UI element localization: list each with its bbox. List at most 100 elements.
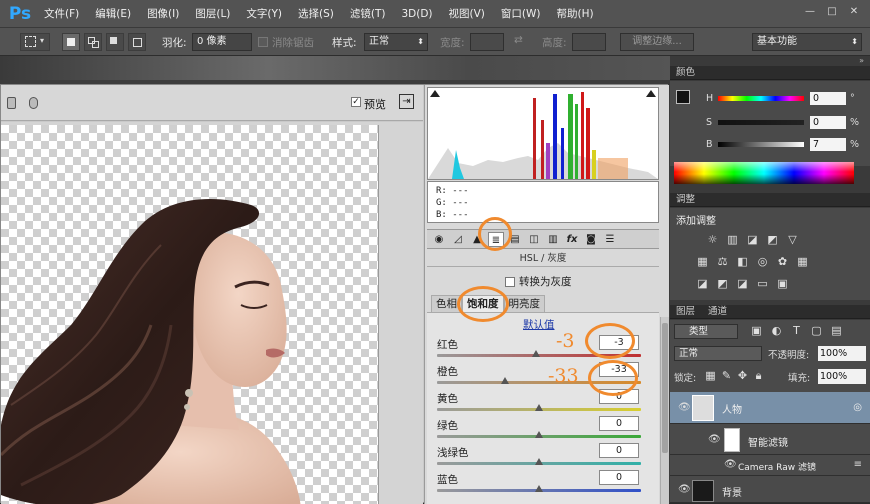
channel-mixer-icon[interactable]: ✿ (776, 256, 789, 268)
vibrance-icon[interactable]: ▽ (786, 234, 799, 246)
menu-image[interactable]: 图像(I) (139, 6, 187, 21)
slider-thumb[interactable] (535, 485, 543, 492)
menu-help[interactable]: 帮助(H) (549, 6, 602, 21)
slider-value-input[interactable]: 0 (599, 443, 639, 458)
photo-filter-icon[interactable]: ◎ (756, 256, 769, 268)
color-lookup-icon[interactable]: ▦ (796, 256, 809, 268)
layer-row-person[interactable]: 👁︎ 人物 ◎ (670, 392, 870, 424)
threshold-icon[interactable]: ◪ (736, 278, 749, 290)
panel-scrollbar[interactable] (660, 317, 669, 504)
fullscreen-icon[interactable]: ⇥ (399, 94, 414, 109)
levels-icon[interactable]: ▥ (726, 234, 739, 246)
slider-value-input[interactable]: 0 (599, 416, 639, 431)
eye-icon[interactable]: 👁︎ (708, 434, 721, 445)
curves-icon[interactable]: ◪ (746, 234, 759, 246)
brightness-slider[interactable] (718, 142, 804, 147)
layer-row-background[interactable]: 👁︎ 背景 (670, 477, 870, 503)
lock-all-icon[interactable]: 🔒︎ (752, 370, 765, 382)
slider-thumb[interactable] (501, 377, 510, 384)
add-selection-button[interactable] (84, 33, 102, 51)
layer-row-camera-raw-filter[interactable]: 👁︎ Camera Raw 滤镜 ≡ (670, 456, 870, 476)
tone-curve-tab-icon[interactable]: ◿ (450, 232, 466, 247)
adjustment-filter-icon[interactable]: ◐ (770, 325, 783, 337)
lock-position-icon[interactable]: ✥ (736, 370, 749, 382)
black-white-icon[interactable]: ◧ (736, 256, 749, 268)
tab-luminance[interactable]: 明亮度 (503, 295, 545, 312)
eye-icon[interactable]: 👁︎ (678, 484, 691, 495)
menu-filter[interactable]: 滤镜(T) (342, 6, 394, 21)
slider-thumb[interactable] (535, 404, 543, 411)
antialias-checkbox[interactable] (258, 37, 268, 47)
menu-window[interactable]: 窗口(W) (493, 6, 549, 21)
opacity-input[interactable]: 100% (818, 346, 866, 361)
selective-color-icon[interactable]: ▣ (776, 278, 789, 290)
gradient-map-icon[interactable]: ▭ (756, 278, 769, 290)
convert-grayscale-checkbox[interactable] (505, 277, 515, 287)
new-selection-button[interactable] (62, 33, 80, 51)
saturation-input[interactable]: 0 (810, 116, 846, 129)
presets-tab-icon[interactable]: ☰ (602, 232, 618, 247)
invert-icon[interactable]: ◪ (696, 278, 709, 290)
posterize-icon[interactable]: ◩ (716, 278, 729, 290)
shape-filter-icon[interactable]: ▢ (810, 325, 823, 337)
blend-mode-select[interactable]: 正常 (674, 346, 762, 361)
intersect-selection-button[interactable] (128, 33, 146, 51)
slider-thumb[interactable] (531, 350, 540, 357)
preview-checkbox[interactable]: ✓ (351, 97, 361, 107)
fx-tab-icon[interactable]: fx (564, 232, 580, 247)
brightness-input[interactable]: 7 (810, 138, 846, 151)
convert-grayscale-row[interactable]: 转换为灰度 (505, 274, 572, 289)
workspace-select[interactable]: 基本功能 ⬍ (752, 33, 862, 51)
width-input[interactable] (470, 33, 504, 51)
minimize-button[interactable]: — (802, 4, 818, 20)
menu-layer[interactable]: 图层(L) (187, 6, 238, 21)
view-after-icon[interactable] (29, 97, 38, 109)
basic-tab-icon[interactable]: ◉ (431, 232, 447, 247)
adjustments-panel-tab[interactable]: 调整 (670, 193, 870, 207)
height-input[interactable] (572, 33, 606, 51)
menu-view[interactable]: 视图(V) (441, 6, 493, 21)
menu-3d[interactable]: 3D(D) (393, 8, 440, 20)
color-spectrum[interactable] (674, 162, 854, 184)
camera-calibration-tab-icon[interactable]: ◙ (583, 232, 599, 247)
smart-object-filter-icon[interactable]: ▤ (830, 325, 843, 337)
image-canvas[interactable] (1, 125, 379, 504)
scrollbar-thumb[interactable] (662, 323, 668, 453)
color-panel-tab[interactable]: 颜色 (670, 66, 870, 80)
eye-icon[interactable]: 👁︎ (678, 402, 691, 413)
feather-input[interactable]: 0 像素 (192, 33, 252, 51)
lens-tab-icon[interactable]: ◫ (526, 232, 542, 247)
layer-kind-filter[interactable]: 类型 (674, 324, 738, 339)
close-button[interactable]: ✕ (846, 4, 862, 20)
refine-edge-button[interactable]: 调整边缘... (620, 33, 694, 51)
subtract-selection-button[interactable] (106, 33, 124, 51)
marquee-tool-preset[interactable]: ▾ (20, 33, 50, 51)
effects-tab-icon[interactable]: ▥ (545, 232, 561, 247)
panel-collapse-icon[interactable]: » (859, 56, 864, 65)
slider-value-input[interactable]: 0 (599, 470, 639, 485)
lock-pixels-icon[interactable]: ▦ (704, 370, 717, 382)
lock-image-icon[interactable]: ✎ (720, 370, 733, 382)
tab-layers[interactable]: 图层 (676, 306, 695, 317)
eye-icon[interactable]: 👁︎ (724, 459, 737, 470)
type-filter-icon[interactable]: T (790, 325, 803, 337)
tab-channels[interactable]: 通道 (708, 306, 727, 317)
swap-icon[interactable]: ⇄ (514, 34, 523, 46)
filter-options-icon[interactable]: ≡ (854, 459, 862, 470)
slider-thumb[interactable] (535, 431, 543, 438)
maximize-button[interactable]: □ (824, 4, 840, 20)
pixel-filter-icon[interactable]: ▣ (750, 325, 763, 337)
style-select[interactable]: 正常 ⬍ (364, 33, 428, 51)
foreground-swatch[interactable] (676, 90, 690, 104)
color-balance-icon[interactable]: ⚖ (716, 256, 729, 268)
hue-saturation-icon[interactable]: ▦ (696, 256, 709, 268)
view-before-icon[interactable] (7, 97, 16, 109)
menu-select[interactable]: 选择(S) (290, 6, 342, 21)
hue-slider[interactable] (718, 96, 804, 101)
brightness-contrast-icon[interactable]: ☼ (706, 234, 719, 246)
layer-row-smart-filters[interactable]: 👁︎ 智能滤镜 (670, 425, 870, 455)
fill-input[interactable]: 100% (818, 369, 866, 384)
menu-edit[interactable]: 编辑(E) (87, 6, 139, 21)
exposure-icon[interactable]: ◩ (766, 234, 779, 246)
slider-thumb[interactable] (535, 458, 543, 465)
